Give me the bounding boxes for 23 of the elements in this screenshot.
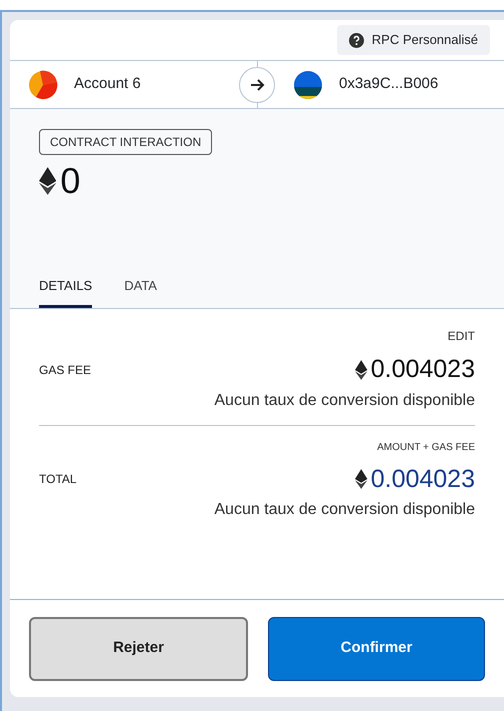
total-caption: AMOUNT + GAS FEE [377, 440, 475, 454]
help-icon [348, 32, 364, 48]
recipient-address: 0x3a9C...B006 [339, 74, 438, 94]
ether-icon [39, 167, 56, 195]
account-name: Account 6 [74, 74, 141, 94]
row-label: GAS FEE [39, 362, 92, 379]
conversion-note: Aucun taux de conversion disponible [214, 500, 475, 520]
fee-value: 0.004023 [370, 354, 475, 385]
conversion-note: Aucun taux de conversion disponible [214, 390, 475, 410]
fee-value: 0.004023 [370, 464, 475, 494]
edit-link[interactable]: EDIT [448, 327, 475, 345]
amount-value: 0 [60, 163, 80, 199]
recipient-avatar [293, 70, 323, 100]
row-label: TOTAL [39, 471, 77, 488]
tab[interactable]: DATA [124, 276, 157, 308]
tab[interactable]: DETAILS [39, 276, 92, 308]
network-button[interactable]: RPC Personnalisé [336, 25, 490, 55]
reject-button[interactable]: Rejeter [29, 616, 248, 680]
confirm-button[interactable]: Confirmer [268, 616, 485, 680]
ether-icon [355, 360, 368, 380]
ether-icon [355, 469, 368, 490]
account-avatar [28, 70, 58, 100]
action-badge: CONTRACT INTERACTION [39, 129, 212, 155]
